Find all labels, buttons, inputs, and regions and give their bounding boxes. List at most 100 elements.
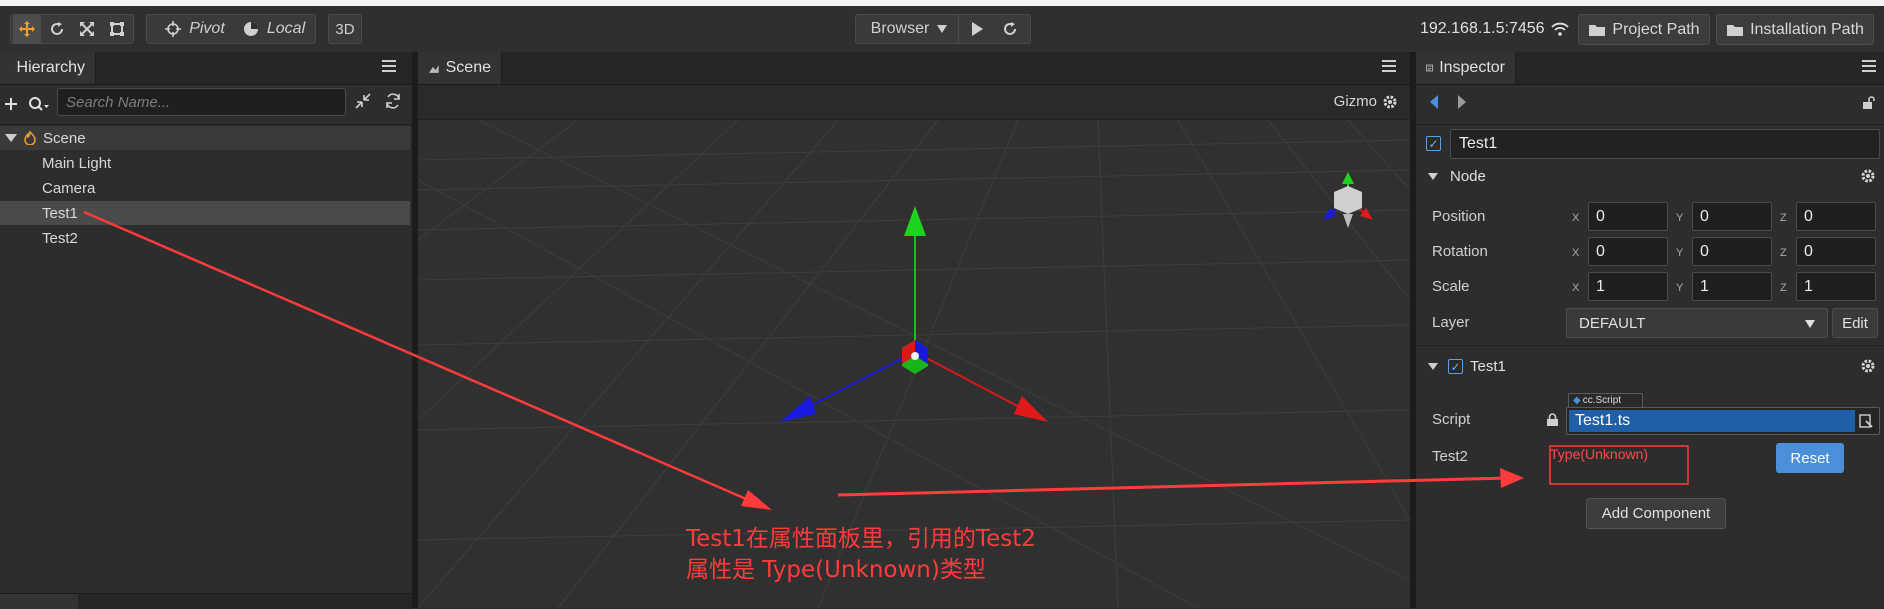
script-label: Script xyxy=(1432,411,1471,428)
transform-tool-group xyxy=(10,14,134,44)
search-filter-button[interactable] xyxy=(28,92,54,116)
tree-item-test2[interactable]: Test2 xyxy=(0,226,410,250)
position-z-input[interactable]: 0 xyxy=(1796,202,1876,231)
script-asset-field[interactable]: Test1.ts xyxy=(1566,407,1880,435)
rotation-z-input[interactable]: 0 xyxy=(1796,237,1876,266)
gizmo-label: Gizmo xyxy=(1333,93,1377,110)
tree-item-scene[interactable]: Scene xyxy=(0,126,410,150)
tab-hierarchy[interactable]: Hierarchy xyxy=(0,52,96,84)
hierarchy-header: Hierarchy xyxy=(0,52,412,85)
browser-label: Browser xyxy=(870,20,930,37)
scale-z-input[interactable]: 1 xyxy=(1796,272,1876,301)
folder-icon xyxy=(1727,24,1744,36)
refresh-hierarchy-button[interactable] xyxy=(384,92,404,114)
script-badge-text: cc.Script xyxy=(1582,395,1622,406)
node-active-checkbox[interactable]: ✓ xyxy=(1426,136,1441,151)
collapse-all-button[interactable] xyxy=(354,92,374,114)
add-node-button[interactable] xyxy=(2,92,20,116)
scale-x-input[interactable]: 1 xyxy=(1588,272,1668,301)
project-path-button[interactable]: Project Path xyxy=(1578,14,1710,45)
back-button[interactable] xyxy=(1428,94,1440,114)
axis-z-label: Z xyxy=(1780,247,1787,259)
inspector-tab-label: Inspector xyxy=(1439,59,1505,76)
tab-inspector[interactable]: Inspector xyxy=(1416,52,1516,84)
component-settings-button[interactable] xyxy=(1860,358,1876,378)
lock-icon xyxy=(1547,413,1558,426)
scale-icon xyxy=(80,22,94,36)
scale-tool-button[interactable] xyxy=(73,15,101,43)
local-toggle-button[interactable]: Local xyxy=(233,15,315,43)
locate-asset-icon[interactable] xyxy=(1859,414,1873,428)
inspector-header: Inspector xyxy=(1416,52,1884,85)
play-icon xyxy=(972,22,983,36)
refresh-icon xyxy=(1004,22,1016,35)
hierarchy-icon xyxy=(10,67,11,69)
unlock-icon xyxy=(1863,96,1875,109)
node-section-collapse-icon[interactable] xyxy=(1428,173,1438,180)
position-y-input[interactable]: 0 xyxy=(1692,202,1772,231)
rect-tool-button[interactable] xyxy=(103,15,131,43)
node-name-input[interactable]: Test1 xyxy=(1450,129,1880,159)
tab-scene[interactable]: Scene xyxy=(418,52,502,84)
annotation-line-2: 属性是 Type(Unknown)类型 xyxy=(686,557,986,583)
component-enabled-checkbox[interactable]: ✓ xyxy=(1448,359,1463,374)
move-tool-button[interactable] xyxy=(13,15,41,43)
gear-icon xyxy=(1861,169,1875,183)
rotate-tool-button[interactable] xyxy=(43,15,71,43)
gizmo-button[interactable]: Gizmo xyxy=(1334,93,1398,110)
script-type-badge: ◆ cc.Script xyxy=(1568,393,1643,408)
hierarchy-menu-icon[interactable] xyxy=(382,60,396,74)
axis-z-label: Z xyxy=(1780,282,1787,294)
node-name-value: Test1 xyxy=(1459,135,1498,152)
forward-button[interactable] xyxy=(1456,94,1468,114)
component-divider xyxy=(1416,345,1884,346)
lock-inspector-button[interactable] xyxy=(1862,96,1876,114)
layer-select[interactable]: DEFAULT xyxy=(1566,308,1828,338)
arrow-left-icon xyxy=(1430,95,1438,109)
position-x-input[interactable]: 0 xyxy=(1588,202,1668,231)
axis-x-label: X xyxy=(1572,247,1580,259)
node-settings-button[interactable] xyxy=(1860,168,1876,188)
rotation-y-input[interactable]: 0 xyxy=(1692,237,1772,266)
project-path-label: Project Path xyxy=(1612,20,1700,38)
local-label: Local xyxy=(266,20,306,37)
main-toolbar: Pivot Local 3D Browser 192.168.1.5:7456 … xyxy=(0,6,1884,53)
reset-label: Reset xyxy=(1790,449,1830,467)
arrow-right-icon xyxy=(1458,95,1466,109)
tree-item-camera[interactable]: Camera xyxy=(0,176,410,200)
rotation-x-input[interactable]: 0 xyxy=(1588,237,1668,266)
reset-button[interactable]: Reset xyxy=(1776,443,1844,473)
search-icon xyxy=(29,97,49,111)
inspector-menu-icon[interactable] xyxy=(1862,60,1876,74)
search-input[interactable]: Search Name... xyxy=(57,88,346,116)
bottom-panel-tab[interactable] xyxy=(0,594,78,609)
test2-label: Test2 xyxy=(1432,448,1468,465)
component-collapse-icon[interactable] xyxy=(1428,363,1438,370)
axis-z-label: Z xyxy=(1780,212,1787,224)
annotation-line-1: Test1在属性面板里，引用的Test2 xyxy=(686,526,1036,552)
scene-menu-icon[interactable] xyxy=(1382,60,1396,74)
mode-3d-button[interactable]: 3D xyxy=(328,14,362,44)
scale-y-input[interactable]: 1 xyxy=(1692,272,1772,301)
toolbar-divider xyxy=(958,15,959,43)
installation-path-button[interactable]: Installation Path xyxy=(1716,14,1874,45)
gear-icon xyxy=(1861,359,1875,373)
scene-header: Scene xyxy=(418,52,1410,85)
position-label: Position xyxy=(1432,208,1486,225)
play-button[interactable] xyxy=(962,15,992,43)
scene-tab-label: Scene xyxy=(445,59,491,76)
gear-icon xyxy=(1383,95,1397,108)
refresh-button[interactable] xyxy=(994,15,1026,43)
tree-item-test1[interactable]: Test1 xyxy=(0,201,410,225)
folder-icon xyxy=(1589,24,1606,36)
add-component-button[interactable]: Add Component xyxy=(1586,498,1726,529)
pivot-local-group: Pivot Local xyxy=(146,14,316,44)
globe-icon xyxy=(243,22,258,36)
tree-item-main-light[interactable]: Main Light xyxy=(0,151,410,175)
mode-3d-label: 3D xyxy=(335,20,355,38)
inspector-icon xyxy=(1426,64,1434,72)
tree-label-scene: Scene xyxy=(43,129,86,147)
browser-select[interactable]: Browser xyxy=(862,15,956,43)
pivot-toggle-button[interactable]: Pivot xyxy=(153,15,237,43)
layer-edit-button[interactable]: Edit xyxy=(1832,308,1878,338)
